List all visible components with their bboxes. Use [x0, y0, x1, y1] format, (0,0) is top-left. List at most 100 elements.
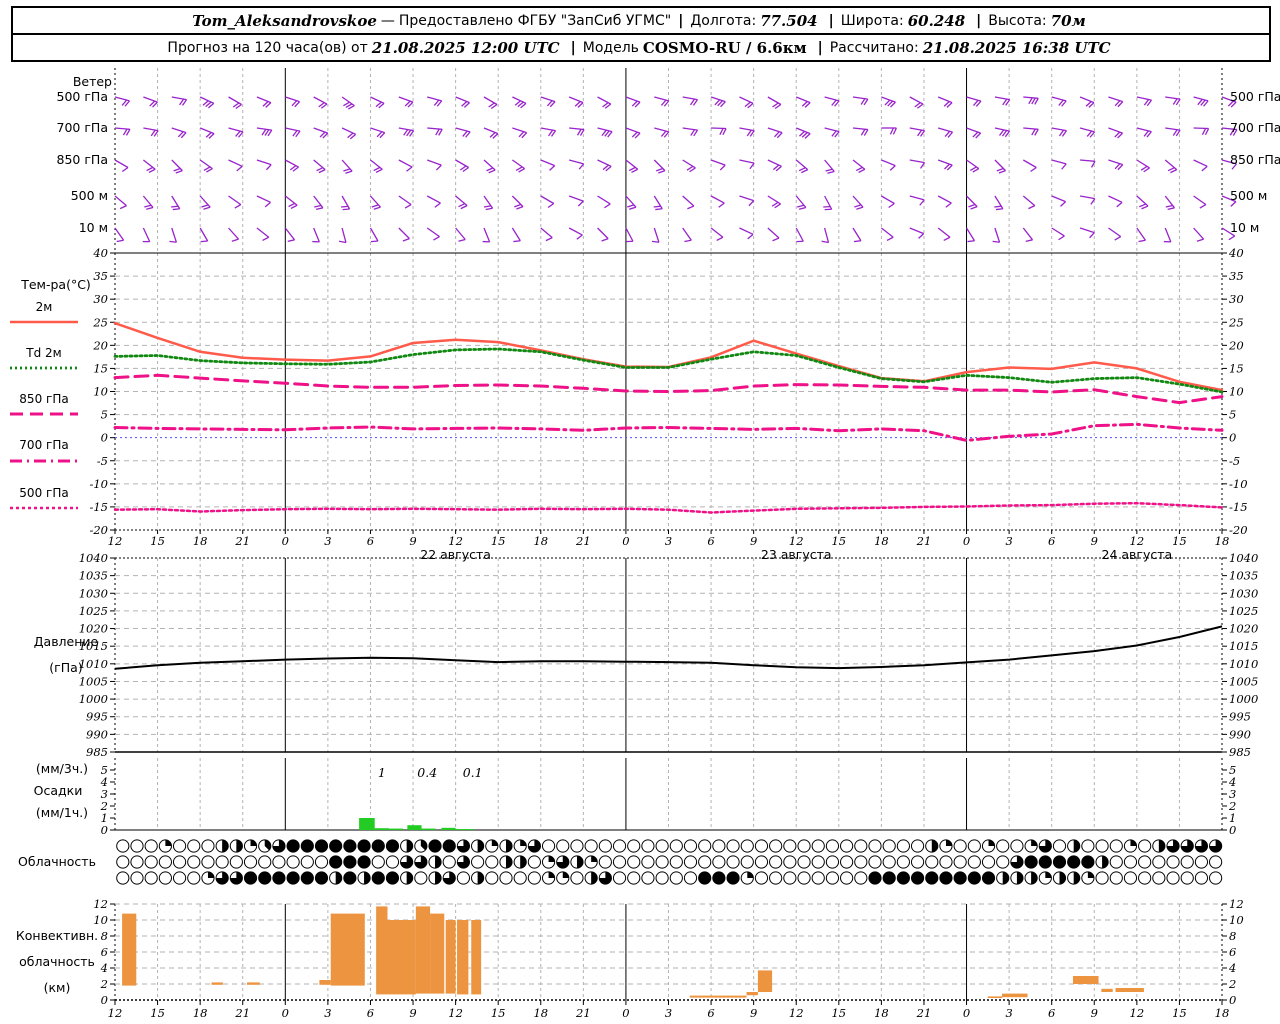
cloud-circle — [1095, 839, 1109, 853]
cloud-circle — [612, 871, 627, 885]
barb-shaft — [171, 227, 178, 243]
separator: | — [570, 39, 576, 56]
wind-barb — [114, 127, 131, 136]
wind-barb — [369, 195, 381, 210]
barb-feather — [121, 166, 129, 173]
temp-tick-left: 40 — [92, 246, 108, 260]
cloud-circle — [967, 871, 981, 885]
hour-label-top: 18 — [1215, 534, 1230, 548]
barb-shaft — [852, 159, 866, 170]
altitude-value: 70м — [1050, 11, 1086, 30]
wind-barb — [313, 195, 324, 211]
wind-barb — [568, 96, 584, 108]
barb-shaft — [398, 96, 414, 103]
wind-level-label-right: 850 гПа — [1230, 152, 1280, 167]
wind-barb — [511, 227, 521, 243]
cloud-circle — [1109, 839, 1123, 853]
convective-bar — [1115, 988, 1144, 992]
wind-barb-row — [114, 127, 1238, 140]
wind-barb — [483, 159, 496, 174]
barb-feather — [288, 202, 296, 208]
model-name: COSMO-RU / 6.6км — [642, 38, 807, 57]
wind-barb — [341, 127, 357, 140]
barb-shaft — [1022, 195, 1036, 207]
cloud-circle-fill — [591, 871, 598, 885]
wind-barb — [682, 127, 699, 137]
cloud-circle — [868, 871, 882, 885]
barb-shaft — [1136, 195, 1149, 207]
cloud-circle — [570, 839, 584, 853]
barb-shaft — [455, 195, 468, 207]
pressure-tick-left: 1005 — [79, 674, 108, 688]
legend-label-t850: 850 гПа — [19, 392, 68, 406]
wind-barb — [1022, 195, 1036, 210]
barb-shaft — [511, 227, 521, 242]
barb-feather — [373, 206, 381, 210]
cloud-circle — [172, 839, 187, 853]
temp-tick-right: 25 — [1228, 315, 1244, 329]
wind-barb — [228, 159, 243, 172]
barb-feather — [486, 167, 494, 172]
barb-shaft — [1164, 227, 1172, 243]
cloud-circle — [996, 855, 1010, 869]
barb-feather — [435, 164, 442, 171]
hour-label-bottom: 18 — [533, 1006, 548, 1020]
precip-tick-left: 0 — [101, 823, 108, 837]
barb-feather — [801, 169, 808, 174]
pressure-panel — [110, 557, 1227, 753]
pressure-tick-right: 990 — [1229, 727, 1251, 741]
barb-shaft — [1193, 127, 1209, 130]
wind-barb — [1108, 195, 1123, 208]
cloud-circle — [797, 871, 811, 885]
barb-shaft — [852, 127, 868, 131]
cloud-circle — [144, 855, 158, 869]
precip-bar — [407, 825, 422, 830]
convective-bar — [1002, 993, 1028, 998]
wind-barb — [966, 127, 982, 139]
wind-barb — [427, 159, 442, 171]
barb-feather — [855, 166, 863, 172]
wind-barb — [1136, 195, 1149, 210]
barb-shaft — [1051, 127, 1067, 132]
barb-feather — [373, 166, 381, 172]
barb-shaft — [824, 96, 840, 102]
barb-feather — [338, 240, 347, 244]
barb-feather — [173, 167, 181, 172]
wind-level-label-right: 500 м — [1230, 188, 1267, 203]
conv-tick-right: 10 — [1229, 913, 1244, 927]
temp-panel-title: Тем-ра(°C) — [20, 277, 91, 292]
cloud-circle-fill — [505, 839, 513, 853]
hour-label-top: 15 — [491, 534, 506, 548]
temp-tick-right: -5 — [1229, 454, 1240, 468]
barb-shaft — [795, 96, 811, 104]
wind-barb — [1136, 127, 1152, 138]
conv-tick-left: 0 — [101, 993, 108, 1007]
barb-shaft — [795, 227, 804, 242]
wind-barb — [1164, 159, 1178, 174]
hour-label-top: 12 — [789, 534, 804, 548]
barb-feather — [1139, 203, 1147, 208]
barb-shaft — [483, 227, 491, 243]
wind-barb — [881, 96, 896, 108]
barb-shaft — [427, 127, 443, 130]
cloud-circle — [981, 871, 996, 885]
cloud-circle — [655, 855, 669, 869]
wind-barb — [1051, 96, 1067, 107]
hour-label-bottom: 18 — [193, 1006, 208, 1020]
cloud-circle — [158, 871, 172, 885]
pressure-tick-right: 1030 — [1229, 586, 1258, 600]
wind-barb-row — [114, 227, 1236, 244]
cloud-row — [116, 855, 1223, 869]
precip-bar — [455, 829, 475, 830]
hour-label-top: 9 — [409, 534, 416, 548]
barb-shaft — [1136, 96, 1152, 101]
barb-shaft — [1164, 159, 1178, 171]
pressure-tick-right: 995 — [1229, 710, 1251, 724]
hour-label-top: 9 — [750, 534, 757, 548]
wind-barb — [171, 127, 187, 139]
barb-feather — [945, 202, 952, 208]
wind-barb — [852, 195, 864, 210]
wind-barb — [767, 96, 782, 110]
cloud-circle — [442, 855, 456, 869]
barb-feather — [547, 202, 555, 209]
